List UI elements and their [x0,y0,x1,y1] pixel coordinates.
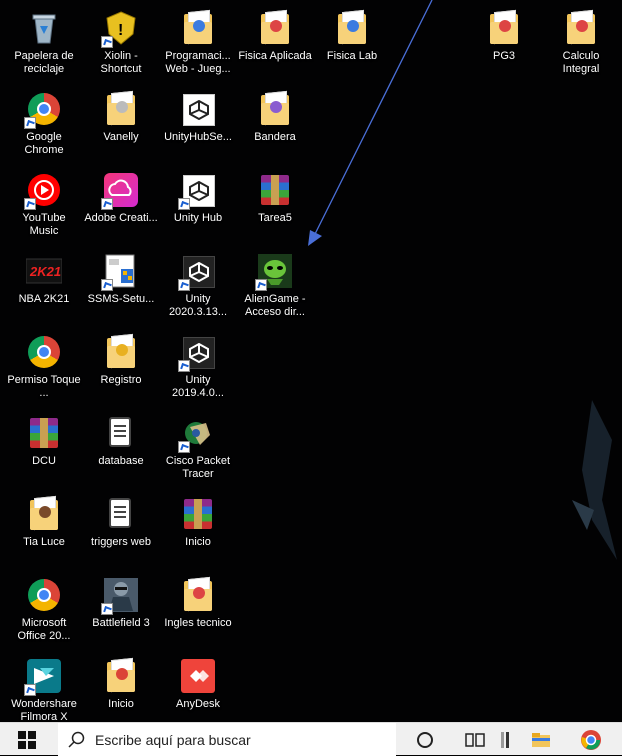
desktop-icon-inicio-folder[interactable]: Inicio [84,650,158,711]
text-document-icon [103,496,139,532]
text-document-icon [103,415,139,451]
folder-icon [103,658,139,694]
desktop-icon-adobe-creative-cloud[interactable]: Adobe Creati... [84,164,158,225]
anydesk-icon [180,658,216,694]
adobe-creative-cloud-icon [101,172,139,210]
taskbar: Escribe aquí para buscar [0,722,622,756]
shortcut-arrow-icon [101,603,113,615]
task-view-icon[interactable] [464,729,486,751]
desktop-icon-unity-2019[interactable]: Unity 2019.4.0... [161,326,235,400]
nba-logo-text: 2K21 [29,264,61,279]
unity-installer-icon [180,91,216,127]
desktop-icon-unity-hub[interactable]: Unity Hub [161,164,235,225]
start-button[interactable] [18,731,36,749]
winrar-archive-icon [180,496,216,532]
desktop-icon-pg3[interactable]: PG3 [467,2,541,63]
desktop-icon-unity-2020[interactable]: Unity 2020.3.13... [161,245,235,319]
desktop-icon-wondershare-filmora[interactable]: Wondershare Filmora X [7,650,81,722]
shortcut-arrow-icon [24,198,36,210]
folder-icon [26,496,62,532]
recycle-bin-icon [26,10,62,46]
desktop-icon-permiso-toque[interactable]: Permiso Toque ... [7,326,81,400]
desktop-icon-registro[interactable]: Registro [84,326,158,387]
folder-icon [563,10,599,46]
chrome-taskbar-icon[interactable] [580,729,602,751]
search-placeholder: Escribe aquí para buscar [95,732,251,748]
nba-2k21-icon: 2K21 [25,253,63,289]
shortcut-arrow-icon [101,198,113,210]
desktop-icon-aliengame[interactable]: AlienGame - Acceso dir... [238,245,312,319]
desktop: Papelera de reciclaje ! Xiolin - Shortcu… [0,0,622,722]
shortcut-arrow-icon [24,684,36,696]
terminal-app-icon[interactable] [498,729,520,751]
shortcut-arrow-icon [178,441,190,453]
desktop-icon-fisica-lab[interactable]: Fisica Lab [315,2,389,63]
desktop-icon-youtube-music[interactable]: YouTube Music [7,164,81,238]
desktop-icon-programacion-web[interactable]: Programaci... Web - Jueg... [161,2,235,76]
chrome-icon [26,334,62,370]
desktop-icon-anydesk[interactable]: AnyDesk [161,650,235,711]
shortcut-arrow-icon [178,198,190,210]
folder-icon [257,10,293,46]
desktop-icon-database[interactable]: database [84,407,158,468]
unity-editor-icon [178,334,216,372]
cisco-packet-tracer-icon [178,415,216,453]
shortcut-arrow-icon [101,279,113,291]
desktop-icon-recycle-bin[interactable]: Papelera de reciclaje [7,2,81,76]
ssms-installer-icon [101,253,139,291]
desktop-icon-dcu[interactable]: DCU [7,407,81,468]
cortana-icon[interactable] [414,729,436,751]
chrome-icon [26,577,62,613]
chrome-icon [24,91,62,129]
folder-icon [180,10,216,46]
desktop-icon-fisica-aplicada[interactable]: Fisica Aplicada [238,2,312,63]
shortcut-arrow-icon [178,360,190,372]
desktop-icon-unityhubsetup[interactable]: UnityHubSe... [161,83,235,144]
desktop-icon-tarea5[interactable]: Tarea5 [238,164,312,225]
battlefield-3-icon [101,577,139,615]
shield-warning-icon: ! [101,10,139,48]
alien-game-icon [255,253,293,291]
desktop-icon-cisco-packet-tracer[interactable]: Cisco Packet Tracer [161,407,235,481]
file-explorer-icon[interactable] [530,729,552,751]
shortcut-arrow-icon [178,279,190,291]
desktop-icon-inicio-archive[interactable]: Inicio [161,488,235,549]
desktop-icon-ssms-setup[interactable]: SSMS-Setu... [84,245,158,306]
svg-text:!: ! [118,22,123,39]
desktop-icon-bandera[interactable]: Bandera [238,83,312,144]
folder-icon [486,10,522,46]
winrar-archive-icon [26,415,62,451]
shortcut-arrow-icon [255,279,267,291]
shortcut-arrow-icon [101,36,113,48]
folder-icon [103,91,139,127]
desktop-icon-tia-luce[interactable]: Tia Luce [7,488,81,549]
desktop-icon-vanelly[interactable]: Vanelly [84,83,158,144]
unity-editor-icon [178,253,216,291]
winrar-archive-icon [257,172,293,208]
shortcut-arrow-icon [24,117,36,129]
search-icon [68,731,85,748]
taskbar-search-box[interactable]: Escribe aquí para buscar [58,723,396,756]
desktop-icon-ingles-tecnico[interactable]: Ingles tecnico [161,569,235,630]
folder-icon [257,91,293,127]
folder-icon [334,10,370,46]
folder-icon [103,334,139,370]
desktop-icon-battlefield-3[interactable]: Battlefield 3 [84,569,158,630]
filmora-icon [24,658,62,696]
desktop-icon-google-chrome[interactable]: Google Chrome [7,83,81,157]
desktop-icon-xiolin-shortcut[interactable]: ! Xiolin - Shortcut [84,2,158,76]
folder-icon [180,577,216,613]
youtube-music-icon [24,172,62,210]
desktop-icon-microsoft-office[interactable]: Microsoft Office 20... [7,569,81,643]
windows-logo-icon [18,731,26,739]
wallpaper-figure [572,400,617,560]
desktop-icon-calculo-integral[interactable]: Calculo Integral [544,2,618,76]
desktop-icon-nba-2k21[interactable]: 2K21 NBA 2K21 [7,245,81,306]
unity-hub-icon [178,172,216,210]
desktop-icon-triggers-web[interactable]: triggers web [84,488,158,549]
